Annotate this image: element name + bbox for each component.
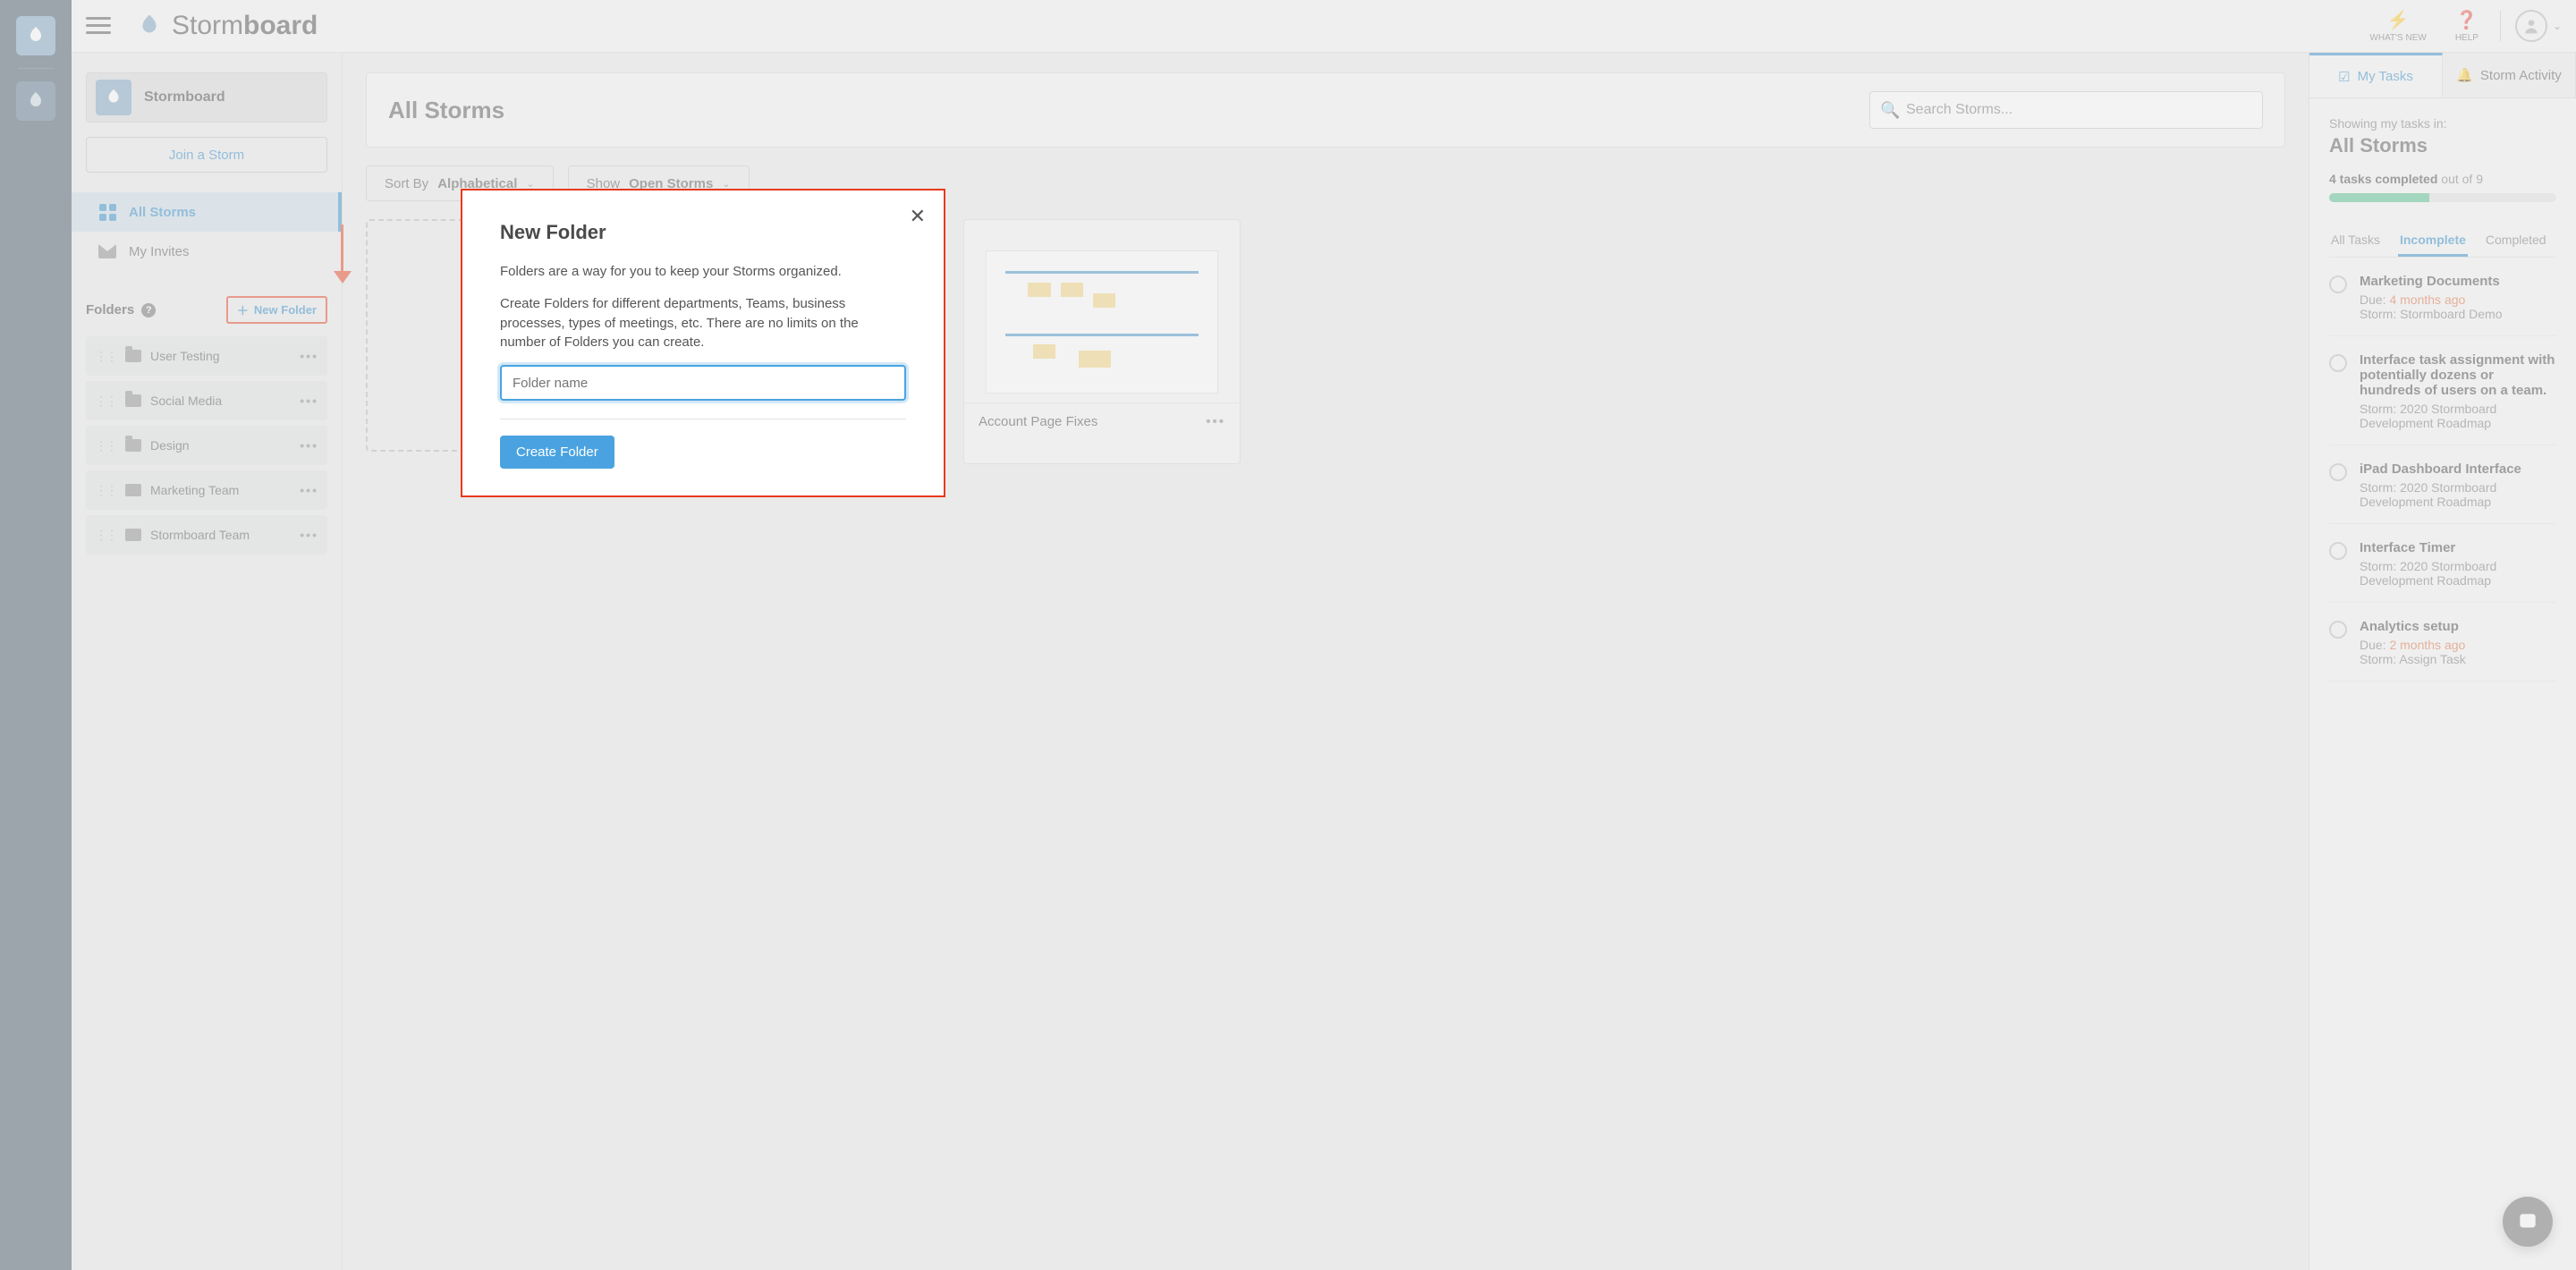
modal-close-button[interactable]: ✕ <box>910 205 926 228</box>
folder-name-input[interactable] <box>500 365 906 401</box>
modal-text-2: Create Folders for different departments… <box>500 294 906 352</box>
modal-scrim[interactable] <box>0 0 2576 1270</box>
modal-title: New Folder <box>500 221 906 244</box>
close-icon: ✕ <box>910 205 926 227</box>
new-folder-modal: ✕ New Folder Folders are a way for you t… <box>461 189 945 497</box>
create-folder-button[interactable]: Create Folder <box>500 436 614 469</box>
modal-text-1: Folders are a way for you to keep your S… <box>500 262 906 282</box>
